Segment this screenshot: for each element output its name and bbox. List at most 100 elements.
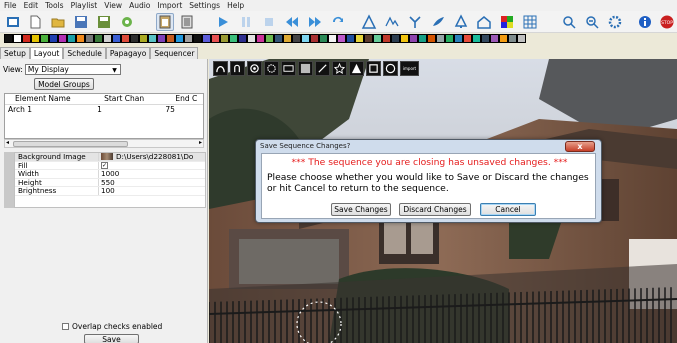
palette-swatch[interactable] xyxy=(382,34,391,43)
palette-swatch[interactable] xyxy=(31,34,40,43)
palette-swatch[interactable] xyxy=(517,34,526,43)
tree-icon[interactable] xyxy=(452,13,470,31)
palette-swatch[interactable] xyxy=(184,34,193,43)
palette-swatch[interactable] xyxy=(22,34,31,43)
palette-swatch[interactable] xyxy=(148,34,157,43)
discard-changes-button[interactable]: Discard Changes xyxy=(399,203,471,216)
line-tool-icon[interactable] xyxy=(315,61,330,76)
cancel-button[interactable]: Cancel xyxy=(480,203,536,216)
palette-swatch[interactable] xyxy=(283,34,292,43)
settings-wrench-icon[interactable] xyxy=(118,13,136,31)
palette-swatch[interactable] xyxy=(4,34,13,43)
pause-icon[interactable] xyxy=(237,13,255,31)
menu-help[interactable]: Help xyxy=(227,1,244,10)
save-button[interactable]: Save xyxy=(84,334,139,343)
palette-swatch[interactable] xyxy=(319,34,328,43)
zoom-in-icon[interactable] xyxy=(560,13,578,31)
palette-swatch[interactable] xyxy=(490,34,499,43)
overlap-checkbox[interactable] xyxy=(62,323,69,330)
menu-audio[interactable]: Audio xyxy=(129,1,150,10)
palette-swatch[interactable] xyxy=(157,34,166,43)
palette-swatch[interactable] xyxy=(472,34,481,43)
palette-swatch[interactable] xyxy=(139,34,148,43)
palette-swatch[interactable] xyxy=(49,34,58,43)
ring-tool-icon[interactable] xyxy=(383,61,398,76)
arch-tool-icon[interactable] xyxy=(213,61,228,76)
save-as-icon[interactable] xyxy=(95,13,113,31)
palette-swatch[interactable] xyxy=(211,34,220,43)
new-sequence-icon[interactable] xyxy=(4,13,22,31)
star-tool-icon[interactable] xyxy=(332,61,347,76)
rewind-icon[interactable] xyxy=(283,13,301,31)
palette-swatch[interactable] xyxy=(238,34,247,43)
palette-swatch[interactable] xyxy=(508,34,517,43)
palette-swatch[interactable] xyxy=(400,34,409,43)
property-row[interactable]: Brightness 100 xyxy=(15,186,205,196)
palette-swatch[interactable] xyxy=(292,34,301,43)
palette-swatch[interactable] xyxy=(274,34,283,43)
fan-icon[interactable] xyxy=(406,13,424,31)
palette-swatch[interactable] xyxy=(40,34,49,43)
table-row[interactable]: Arch 1 1 75 xyxy=(5,105,203,115)
tab-papagayo[interactable]: Papagayo xyxy=(105,47,151,59)
models-grid-scrollbar[interactable]: ◂ ▸ xyxy=(4,139,204,148)
brush-icon[interactable] xyxy=(429,13,447,31)
palette-swatch[interactable] xyxy=(337,34,346,43)
tab-schedule[interactable]: Schedule xyxy=(63,47,106,59)
menu-file[interactable]: File xyxy=(4,1,17,10)
scroll-right-icon[interactable]: ▸ xyxy=(199,139,202,146)
palette-swatch[interactable] xyxy=(346,34,355,43)
palette-swatch[interactable] xyxy=(265,34,274,43)
palette-swatch[interactable] xyxy=(301,34,310,43)
column-header-element-name[interactable]: Element Name xyxy=(5,94,94,104)
palette-swatch[interactable] xyxy=(220,34,229,43)
palette-swatch[interactable] xyxy=(310,34,319,43)
palette-swatch[interactable] xyxy=(481,34,490,43)
import-tool-icon[interactable]: import xyxy=(400,61,419,76)
save-changes-button[interactable]: Save Changes xyxy=(331,203,391,216)
tab-layout[interactable]: Layout xyxy=(29,47,64,59)
palette-swatch[interactable] xyxy=(103,34,112,43)
palette-swatch[interactable] xyxy=(328,34,337,43)
play-icon[interactable] xyxy=(214,13,232,31)
new-file-icon[interactable] xyxy=(26,13,44,31)
palette-swatch[interactable] xyxy=(202,34,211,43)
fast-forward-icon[interactable] xyxy=(306,13,324,31)
palette-swatch[interactable] xyxy=(166,34,175,43)
palette-swatch[interactable] xyxy=(499,34,508,43)
palette-swatch[interactable] xyxy=(256,34,265,43)
grid-icon[interactable] xyxy=(521,13,539,31)
palette-swatch[interactable] xyxy=(175,34,184,43)
palette-swatch[interactable] xyxy=(67,34,76,43)
wreath-tool-icon[interactable] xyxy=(264,61,279,76)
palette-swatch[interactable] xyxy=(436,34,445,43)
tab-setup[interactable]: Setup xyxy=(0,47,30,59)
palette-swatch[interactable] xyxy=(130,34,139,43)
repeat-icon[interactable] xyxy=(329,13,347,31)
palette-swatch[interactable] xyxy=(229,34,238,43)
palette-swatch[interactable] xyxy=(445,34,454,43)
menu-edit[interactable]: Edit xyxy=(24,1,39,10)
view-select[interactable]: My Display ▼ xyxy=(24,64,121,75)
palette-swatch[interactable] xyxy=(94,34,103,43)
palette-swatch[interactable] xyxy=(193,34,202,43)
palette-swatch[interactable] xyxy=(454,34,463,43)
column-header-start-chan[interactable]: Start Chan xyxy=(94,94,165,104)
menu-tools[interactable]: Tools xyxy=(45,1,63,10)
menu-settings[interactable]: Settings xyxy=(189,1,220,10)
zoom-out-icon[interactable] xyxy=(583,13,601,31)
close-icon[interactable]: x xyxy=(565,141,595,152)
matrix-tool-icon[interactable] xyxy=(281,61,296,76)
open-folder-icon[interactable] xyxy=(49,13,67,31)
candy-cane-tool-icon[interactable] xyxy=(230,61,245,76)
menu-view[interactable]: View xyxy=(104,1,122,10)
palette-swatch[interactable] xyxy=(13,34,22,43)
overlap-checkbox-row[interactable]: Overlap checks enabled xyxy=(62,322,162,331)
palette-swatch[interactable] xyxy=(355,34,364,43)
palette-swatch[interactable] xyxy=(364,34,373,43)
square-tool-icon[interactable] xyxy=(366,61,381,76)
grid-tool-icon[interactable] xyxy=(298,61,313,76)
menu-playlist[interactable]: Playlist xyxy=(71,1,98,10)
palette-swatch[interactable] xyxy=(409,34,418,43)
palette-swatch[interactable] xyxy=(427,34,436,43)
